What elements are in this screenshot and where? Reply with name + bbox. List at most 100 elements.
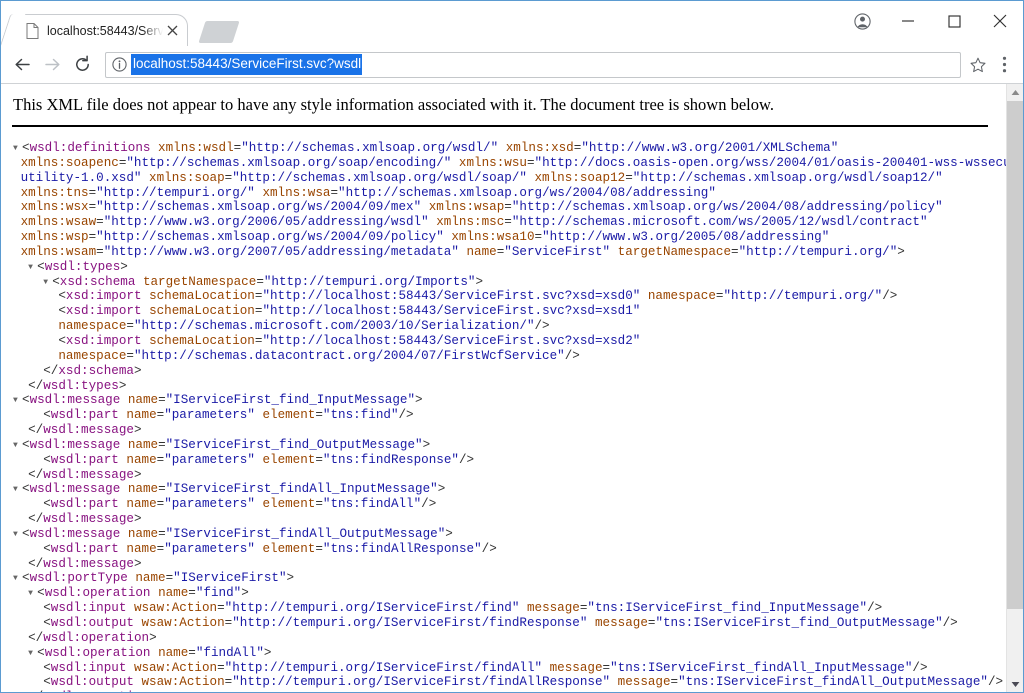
browser-tab[interactable]: localhost:58443/ServiceF [13,14,188,46]
xml-punctuation: > [263,645,272,660]
star-icon[interactable] [965,52,991,78]
xml-attribute-name: message [549,660,603,675]
xml-tag-name: xsd:import [65,304,142,319]
xml-attribute-name: message [594,616,648,630]
xml-punctuation: < [22,482,30,497]
xml-attribute-name: element [262,497,316,512]
expand-collapse-icon[interactable]: ▼ [13,394,22,409]
xml-attribute-value: "http://tempuri.org/IServiceFirst/find" [224,601,520,616]
maximize-icon[interactable] [931,1,977,41]
xml-line: <wsdl:part name="parameters" element="tn… [13,542,1006,557]
xml-attribute-value: "http://schemas.xmlsoap.org/soap/encodin… [126,155,452,170]
xml-attribute-value: "http://schemas.xmlsoap.org/wsdl/" [241,141,499,155]
window-close-icon[interactable] [977,1,1023,41]
xml-attribute-value: "IServiceFirst_find_OutputMessage" [165,437,423,452]
xml-punctuation: /> [987,675,1004,690]
xml-punctuation: = [330,185,339,200]
xml-tree: ▼ <wsdl:definitions xmlns:wsdl="http://sc… [1,127,1006,692]
address-bar[interactable]: localhost:58443/ServiceFirst.svc?wsdl [105,51,961,78]
expand-collapse-icon[interactable]: ▼ [28,647,37,662]
xml-punctuation: > [118,378,127,393]
page-info-icon[interactable] [110,56,128,74]
xml-tag-name: wsdl:portType [29,571,128,586]
xml-punctuation: = [526,155,535,170]
xml-line: ▼ <wsdl:message name="IServiceFirst_find_… [13,393,1006,408]
xml-line: </wsdl:message> [13,557,1006,572]
back-arrow-icon[interactable] [7,50,37,80]
xml-attribute-name: xmlns:wsx [20,200,89,215]
reload-icon[interactable] [67,50,97,80]
xml-punctuation: </ [43,363,59,378]
xml-punctuation: > [897,244,905,259]
xml-line: xmlns:wsaw="http://www.w3.org/2006/05/ad… [13,215,1006,230]
xml-punctuation: = [256,274,264,289]
xml-attribute-value: "http://tempuri.org/IServiceFirst/findAl… [224,660,543,675]
xml-attribute-name: element [262,452,316,467]
new-tab-icon[interactable] [198,21,240,43]
xml-attribute-name: element [262,541,316,556]
xml-punctuation: < [43,408,51,423]
expand-collapse-icon[interactable]: ▼ [43,276,52,291]
xml-punctuation: = [217,601,225,616]
xml-attribute-name: xmlns:wsa10 [451,230,535,245]
window-controls [839,1,1023,41]
xml-tag-name: wsdl:message [29,437,121,452]
scrollbar-thumb[interactable] [1007,101,1023,609]
xml-tag-name: wsdl:message [29,482,121,497]
xml-punctuation: < [37,645,45,660]
xml-tag-name: wsdl:input [50,601,127,616]
expand-collapse-icon[interactable]: ▼ [28,587,37,602]
scroll-up-arrow-icon[interactable] [1007,84,1023,101]
xml-punctuation: /> [912,660,928,675]
expand-collapse-icon[interactable]: ▼ [13,142,22,157]
xml-attribute-name: wsaw:Action [141,616,225,630]
minimize-icon[interactable] [885,1,931,41]
xml-attribute-name: xmlns:wsam [20,244,97,259]
xml-line: <wsdl:input wsaw:Action="http://tempuri.… [13,661,1006,676]
xml-punctuation: = [504,215,512,230]
xml-attribute-name: xmlns:soap [149,170,225,185]
close-icon[interactable] [163,22,181,40]
xml-attribute-value: "http://tempuri.org/" [723,289,883,304]
xml-punctuation: </ [28,556,44,571]
xml-attribute-name: schemaLocation [149,333,255,348]
xml-punctuation: /> [398,408,414,423]
xml-attribute-name: targetNamespace [617,244,732,259]
xml-attribute-name: xmlns:tns [20,185,89,200]
xml-attribute-value: "http://schemas.xmlsoap.org/ws/2004/08/a… [338,185,716,200]
xml-attribute-value: "parameters" [164,408,255,423]
xml-punctuation [134,675,142,689]
xml-tag-name: xsd:import [65,333,142,348]
xml-punctuation: > [133,556,142,571]
url-input[interactable]: localhost:58443/ServiceFirst.svc?wsdl [131,54,363,75]
xml-style-notice: This XML file does not appear to have an… [13,95,774,114]
xml-attribute-name: element [262,408,316,423]
xml-punctuation [135,275,143,289]
xml-line: ▼ <wsdl:definitions xmlns:wsdl="http://sc… [13,141,1006,156]
xml-punctuation: < [22,437,30,452]
xml-punctuation: /> [421,497,437,512]
xml-attribute-name: schemaLocation [149,289,255,304]
vertical-scrollbar[interactable] [1006,84,1023,692]
xml-punctuation [120,438,128,452]
expand-collapse-icon[interactable]: ▼ [13,528,22,543]
page-content: This XML file does not appear to have an… [1,84,1006,692]
xml-punctuation: < [58,289,66,304]
xml-punctuation: > [133,423,142,438]
expand-collapse-icon[interactable]: ▼ [13,572,22,587]
xml-attribute-name: namespace [58,319,127,334]
expand-collapse-icon[interactable]: ▼ [13,483,22,498]
profile-avatar-icon[interactable] [839,1,885,41]
expand-collapse-icon[interactable]: ▼ [28,261,37,276]
xml-line: utility-1.0.xsd" xmlns:soap="http://sche… [13,171,1006,186]
xml-attribute-name: name [127,393,159,408]
xml-punctuation: > [133,363,142,378]
browser-toolbar: localhost:58443/ServiceFirst.svc?wsdl [1,46,1023,84]
xml-punctuation: </ [28,378,44,393]
expand-collapse-icon[interactable]: ▼ [13,439,22,454]
xml-attribute-name: xmlns:wsdl [158,141,234,155]
three-dot-menu-icon[interactable] [991,50,1017,80]
xml-attribute-name: name [126,497,157,512]
xml-tag-name: wsdl:operation [44,645,151,660]
scroll-down-arrow-icon[interactable] [1007,676,1023,692]
